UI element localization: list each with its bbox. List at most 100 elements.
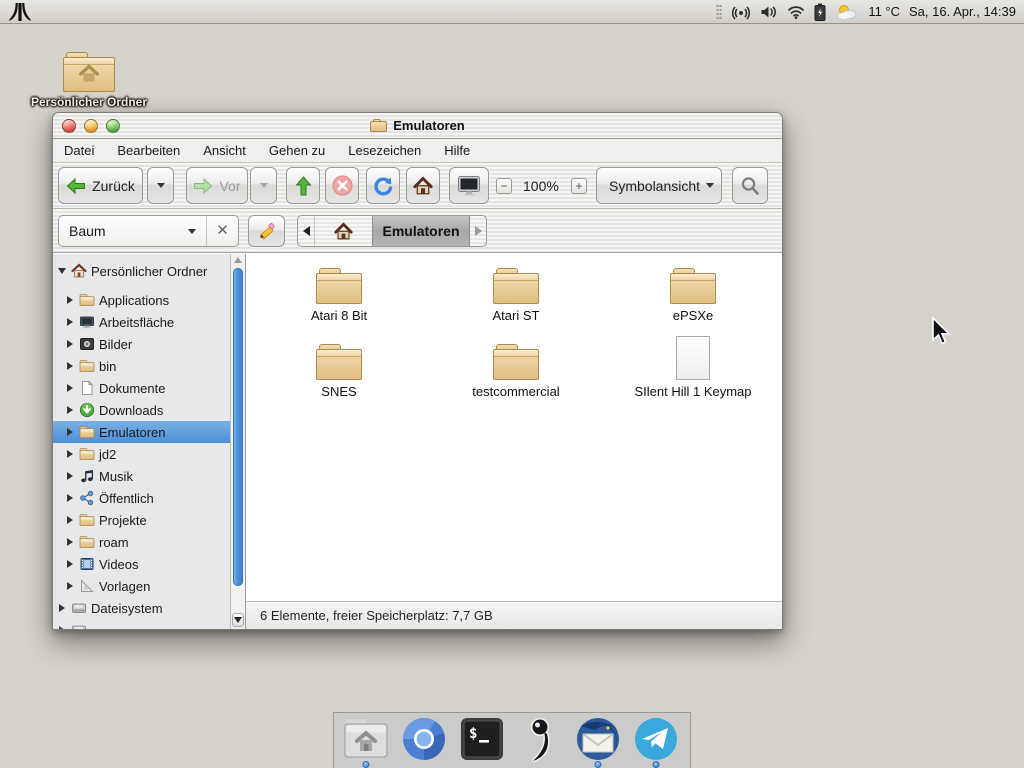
volume-icon[interactable] (760, 4, 778, 20)
breadcrumb-current-folder[interactable]: Emulatoren (372, 216, 470, 246)
sidebar-item-videos[interactable]: Videos (53, 553, 230, 575)
folder-icon (79, 358, 95, 374)
expander-icon[interactable] (65, 384, 75, 392)
wifi-icon[interactable] (787, 5, 805, 19)
folder-icon (670, 268, 716, 304)
file-item-atari-8-bit[interactable]: Atari 8 Bit (259, 268, 419, 323)
expander-icon[interactable] (65, 296, 75, 304)
home-button[interactable] (406, 167, 440, 204)
dock-musescore[interactable] (517, 716, 563, 766)
clock[interactable]: Sa, 16. Apr., 14:39 (909, 4, 1016, 19)
sidebar-item-oeffentlich[interactable]: Öffentlich (53, 487, 230, 509)
file-item-testcommercial[interactable]: testcommercial (436, 344, 596, 399)
menu-datei[interactable]: Datei (64, 143, 94, 158)
fullscreen-display-button[interactable] (449, 167, 489, 204)
sidebar-item-persoenlicher-ordner[interactable]: Persönlicher Ordner (53, 260, 230, 282)
search-button[interactable] (732, 167, 768, 204)
back-button[interactable]: Zurück (58, 167, 143, 204)
window-titlebar[interactable]: Emulatoren (53, 113, 782, 139)
expander-icon[interactable] (57, 268, 67, 274)
battery-icon[interactable] (814, 3, 826, 21)
menu-bearbeiten[interactable]: Bearbeiten (117, 143, 180, 158)
sidebar-scrollbar[interactable] (230, 254, 245, 629)
file-item-silent-hill-1-keymap[interactable]: SIlent Hill 1 Keymap (613, 336, 773, 399)
stop-button[interactable] (325, 167, 359, 204)
expander-icon[interactable] (65, 362, 75, 370)
reload-button[interactable] (366, 167, 400, 204)
sidebar-item-musik[interactable]: Musik (53, 465, 230, 487)
sidebar-item-emulatoren[interactable]: Emulatoren (53, 421, 230, 443)
dock-telegram[interactable] (633, 716, 679, 766)
sidebar-item-arbeitsflaeche[interactable]: Arbeitsfläche (53, 311, 230, 333)
minimize-window-button[interactable] (84, 119, 98, 133)
view-mode-select[interactable]: Symbolansicht (596, 167, 722, 204)
expander-icon[interactable] (65, 406, 75, 414)
up-button[interactable] (286, 167, 320, 204)
expander-icon[interactable] (57, 604, 67, 612)
sidebar-item-label: Videos (99, 557, 139, 572)
share-icon (79, 490, 95, 506)
temperature-readout[interactable]: 11 °C (868, 4, 900, 19)
expander-icon[interactable] (65, 538, 75, 546)
sidebar-item-downloads[interactable]: Downloads (53, 399, 230, 421)
menu-gehen-zu[interactable]: Gehen zu (269, 143, 325, 158)
breadcrumb-home-button[interactable] (314, 216, 372, 246)
menu-hilfe[interactable]: Hilfe (444, 143, 470, 158)
dock-file-manager[interactable] (343, 716, 389, 766)
expander-icon[interactable] (65, 318, 75, 326)
dock-chromium[interactable] (401, 716, 447, 766)
sidebar-item-jd2[interactable]: jd2 (53, 443, 230, 465)
weather-icon[interactable] (835, 3, 859, 21)
zoom-in-button[interactable]: + (571, 178, 587, 194)
sidebar-item-bilder[interactable]: Bilder (53, 333, 230, 355)
dock-terminal[interactable]: $ (459, 716, 505, 766)
file-list-area[interactable]: Atari 8 Bit Atari ST ePSXe SNES testcomm… (246, 254, 782, 601)
scroll-down-button[interactable] (232, 613, 244, 627)
folder-icon (79, 424, 95, 440)
network-signal-icon[interactable] (731, 4, 751, 20)
menu-ansicht[interactable]: Ansicht (203, 143, 246, 158)
sidebar-item-bin[interactable]: bin (53, 355, 230, 377)
menu-lesezeichen[interactable]: Lesezeichen (348, 143, 421, 158)
statusbar: 6 Elemente, freier Speicherplatz: 7,7 GB (246, 601, 782, 629)
expander-icon[interactable] (65, 560, 75, 568)
applications-menu-atari-icon[interactable] (8, 1, 32, 23)
forward-button[interactable]: Vor (186, 167, 248, 204)
breadcrumb-scroll-right-button[interactable] (470, 216, 486, 246)
sidebar-item-vorlagen[interactable]: Vorlagen (53, 575, 230, 597)
sidebar-item-dokumente[interactable]: Dokumente (53, 377, 230, 399)
expander-icon[interactable] (65, 516, 75, 524)
expander-icon[interactable] (65, 428, 75, 436)
sidebar-item-roam[interactable]: roam (53, 531, 230, 553)
close-window-button[interactable] (62, 119, 76, 133)
scrollbar-thumb[interactable] (233, 268, 243, 586)
file-item-atari-st[interactable]: Atari ST (436, 268, 596, 323)
maximize-window-button[interactable] (106, 119, 120, 133)
sidebar-item-label: roam (99, 535, 129, 550)
sidebar-item-dateisystem[interactable]: Dateisystem (53, 597, 230, 619)
zoom-out-button[interactable]: − (496, 178, 512, 194)
expander-icon[interactable] (65, 450, 75, 458)
file-item-epsxe[interactable]: ePSXe (613, 268, 773, 323)
forward-history-dropdown[interactable] (250, 167, 277, 204)
stop-icon (332, 175, 353, 196)
file-item-label: ePSXe (613, 308, 773, 323)
download-icon (79, 402, 95, 418)
breadcrumb-scroll-left-button[interactable] (298, 216, 314, 246)
up-arrow-icon (295, 176, 312, 196)
close-side-pane-button[interactable]: ✕ (206, 216, 238, 246)
sidebar-item-applications[interactable]: Applications (53, 289, 230, 311)
expander-icon[interactable] (65, 494, 75, 502)
expander-icon[interactable] (65, 582, 75, 590)
desktop-home-folder[interactable]: Persönlicher Ordner (28, 52, 150, 109)
back-history-dropdown[interactable] (147, 167, 174, 204)
expander-icon[interactable] (65, 472, 75, 480)
expander-icon[interactable] (65, 340, 75, 348)
sidebar-item-clipped[interactable] (53, 619, 230, 629)
edit-path-button[interactable] (248, 215, 285, 247)
sidebar-item-projekte[interactable]: Projekte (53, 509, 230, 531)
dock-thunderbird[interactable] (575, 716, 621, 766)
file-item-snes[interactable]: SNES (259, 344, 419, 399)
side-pane-mode-select[interactable]: Baum ✕ (58, 215, 239, 247)
tray-grip-handle[interactable] (716, 4, 722, 20)
